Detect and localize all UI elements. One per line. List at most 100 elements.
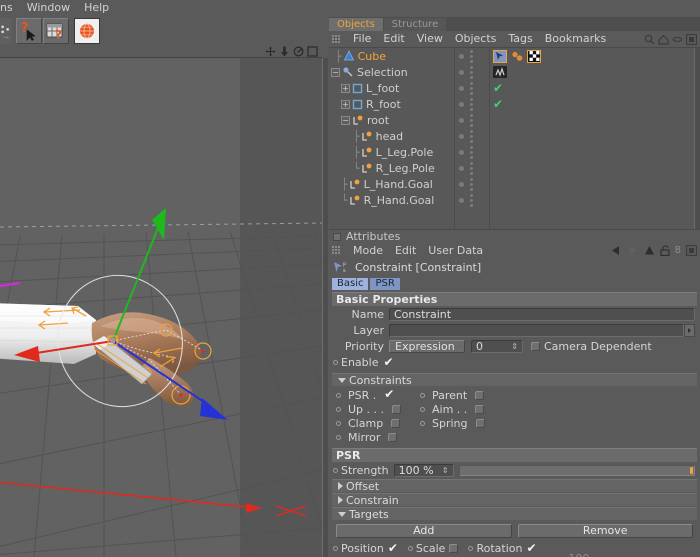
expander-plus[interactable]: + xyxy=(341,83,350,93)
ellipse-icon[interactable] xyxy=(672,34,683,45)
aim-checkbox[interactable] xyxy=(475,404,485,414)
constraints-section[interactable]: Constraints xyxy=(332,373,697,387)
maximize-icon[interactable] xyxy=(686,33,697,45)
table-row[interactable]: └ R_Hand.Goal xyxy=(329,192,694,208)
offset-section[interactable]: Offset xyxy=(332,479,697,493)
expander-minus[interactable]: − xyxy=(341,115,350,125)
globe-icon[interactable] xyxy=(74,18,100,44)
visibility-dots[interactable] xyxy=(454,177,489,191)
attr-menu-mode[interactable]: Mode xyxy=(347,243,389,258)
table-row[interactable]: └ R_Leg.Pole xyxy=(329,160,694,176)
visibility-dots[interactable] xyxy=(454,145,489,159)
object-tree[interactable]: ├ Cube − Selection + L_foot ✔ + R_foot ✔… xyxy=(329,47,700,229)
scale-checkbox[interactable] xyxy=(449,544,459,553)
mirror-checkbox[interactable] xyxy=(388,432,398,442)
psr-radio-icon[interactable] xyxy=(336,392,341,398)
viewport-3d[interactable] xyxy=(0,58,322,557)
tab-structure[interactable]: Structure xyxy=(383,18,447,31)
visibility-dots[interactable] xyxy=(454,193,489,207)
table-row[interactable]: + L_foot ✔ xyxy=(329,80,694,96)
spring-radio-icon[interactable] xyxy=(420,420,425,426)
zoom-icon[interactable] xyxy=(279,46,290,57)
priority-number-input[interactable]: 0 ⇕ xyxy=(471,340,523,353)
position-check-icon[interactable]: ✔ xyxy=(388,542,398,554)
camera-dependent-checkbox[interactable] xyxy=(531,342,540,351)
visibility-dots[interactable] xyxy=(454,49,489,63)
spinner-icon[interactable]: ⇕ xyxy=(507,342,518,351)
grip-icon[interactable] xyxy=(332,245,344,256)
attr-menu-userdata[interactable]: User Data xyxy=(422,243,489,258)
visibility-dots[interactable] xyxy=(454,81,489,95)
om-menu-objects[interactable]: Objects xyxy=(449,31,503,47)
strength-slider[interactable] xyxy=(458,465,695,476)
layer-dropdown-arrow-icon[interactable] xyxy=(684,324,695,337)
priority-dropdown[interactable]: Expression xyxy=(389,340,465,353)
constrain-section[interactable]: Constrain xyxy=(332,493,697,507)
table-row[interactable]: ├ L_Leg.Pole xyxy=(329,144,694,160)
strength-input[interactable]: 100 % ⇕ xyxy=(393,464,454,477)
visibility-dots[interactable] xyxy=(454,113,489,127)
checker-tag-icon[interactable] xyxy=(527,49,541,63)
aim-radio-icon[interactable] xyxy=(420,406,425,412)
maximize-icon[interactable] xyxy=(686,245,697,256)
table-row[interactable]: − root xyxy=(329,112,694,128)
clamp-radio-icon[interactable] xyxy=(336,420,341,426)
rotate-icon[interactable] xyxy=(293,46,304,57)
menu-item-help[interactable]: Help xyxy=(77,0,116,16)
slider-knob[interactable] xyxy=(690,467,693,474)
expander-plus[interactable]: + xyxy=(341,99,350,109)
tag-zone[interactable] xyxy=(489,66,507,78)
maximize-icon[interactable] xyxy=(307,45,318,57)
table-row[interactable]: + R_foot ✔ xyxy=(329,96,694,112)
tree-scrollbar[interactable] xyxy=(694,48,700,229)
up-checkbox[interactable] xyxy=(392,404,402,414)
menu-item-ns[interactable]: ns xyxy=(0,0,20,16)
enable-radio-icon[interactable] xyxy=(333,360,338,365)
help-cursor-icon[interactable]: ? xyxy=(16,18,42,44)
om-menu-view[interactable]: View xyxy=(411,31,449,47)
sphere-tag-icon[interactable] xyxy=(510,50,524,63)
name-input[interactable]: Constraint xyxy=(389,308,695,321)
rotation-check-icon[interactable]: ✔ xyxy=(526,542,536,554)
om-menu-tags[interactable]: Tags xyxy=(502,31,538,47)
visibility-dots[interactable] xyxy=(454,129,489,143)
attr-menu-edit[interactable]: Edit xyxy=(389,243,422,258)
scale-radio-icon[interactable] xyxy=(407,546,413,551)
forward-arrow-icon[interactable] xyxy=(627,245,639,256)
dots-icon[interactable] xyxy=(0,18,12,44)
mirror-radio-icon[interactable] xyxy=(336,434,341,440)
move-icon[interactable] xyxy=(265,46,276,57)
unlock-icon[interactable] xyxy=(660,245,670,256)
psr-check-icon[interactable]: ✔ xyxy=(384,388,394,400)
om-menu-edit[interactable]: Edit xyxy=(377,31,410,47)
remove-button[interactable]: Remove xyxy=(517,523,693,538)
visibility-dots[interactable] xyxy=(454,97,489,111)
enable-check-icon[interactable]: ✔ xyxy=(383,356,393,368)
up-arrow-icon[interactable] xyxy=(644,245,655,256)
layer-input[interactable] xyxy=(389,324,684,337)
search-icon[interactable] xyxy=(644,34,655,45)
targets-section[interactable]: Targets xyxy=(332,507,697,521)
menu-item-window[interactable]: Window xyxy=(20,0,77,16)
visibility-dots[interactable] xyxy=(454,65,489,79)
tag-zone[interactable] xyxy=(489,49,541,63)
rotation-radio-icon[interactable] xyxy=(468,546,474,551)
tab-objects[interactable]: Objects xyxy=(329,18,383,31)
table-row[interactable]: ├ L_Hand.Goal xyxy=(329,176,694,192)
table-row[interactable]: ├ Cube xyxy=(329,48,694,64)
grip-icon[interactable] xyxy=(332,34,344,45)
back-arrow-icon[interactable] xyxy=(610,245,622,256)
visibility-dots[interactable] xyxy=(454,161,489,175)
table-row[interactable]: − Selection xyxy=(329,64,694,80)
clamp-checkbox[interactable] xyxy=(391,418,401,428)
strength-radio-icon[interactable] xyxy=(333,468,338,473)
spring-checkbox[interactable] xyxy=(475,418,485,428)
tab-psr[interactable]: PSR xyxy=(370,277,400,290)
parent-checkbox[interactable] xyxy=(475,390,485,400)
table-help-icon[interactable]: ? xyxy=(43,18,69,44)
om-menu-file[interactable]: File xyxy=(347,31,377,47)
tag-zone[interactable]: ✔ xyxy=(489,82,503,94)
home-icon[interactable] xyxy=(658,34,669,45)
position-radio-icon[interactable] xyxy=(333,546,338,551)
parent-radio-icon[interactable] xyxy=(420,392,425,398)
